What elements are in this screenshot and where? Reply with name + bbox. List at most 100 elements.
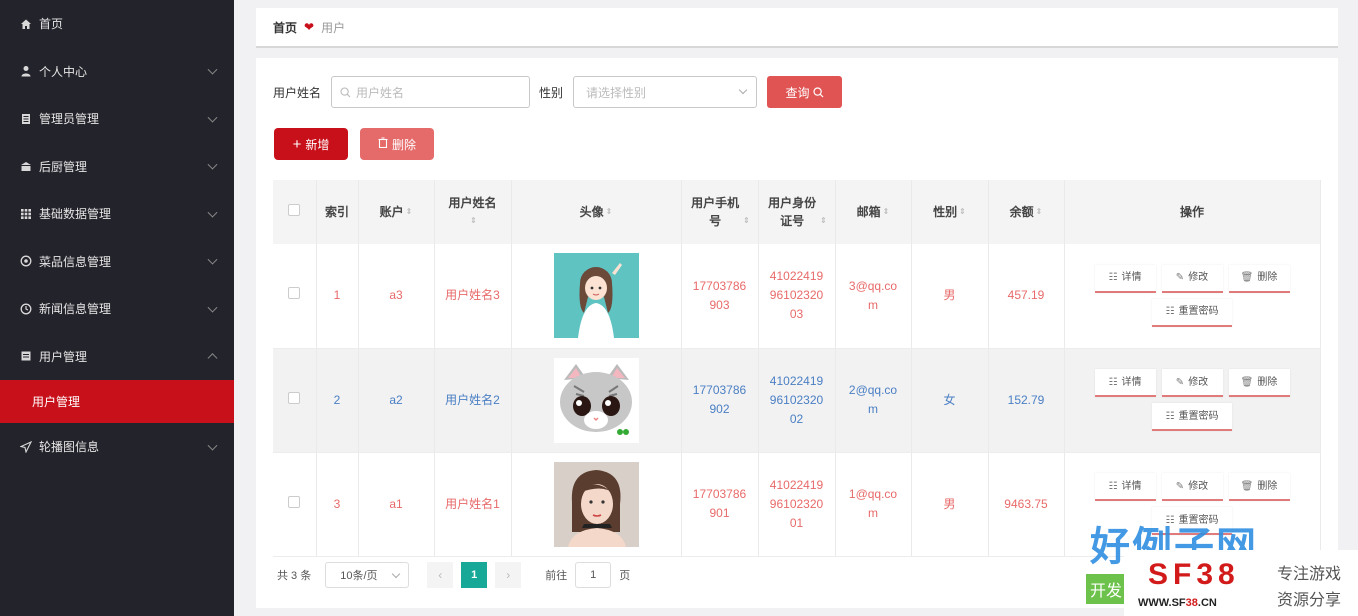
sort-icon[interactable]: ⇕ — [1036, 203, 1043, 221]
col-email[interactable]: 邮箱 ⇕ — [835, 180, 912, 244]
cell-avatar — [511, 244, 682, 349]
sidebar-item-admin[interactable]: 管理员管理 — [0, 95, 234, 143]
sidebar-item-users[interactable]: 用户管理 — [0, 333, 234, 381]
breadcrumb-current: 用户 — [321, 20, 346, 35]
cell-email: 3@qq.com — [835, 244, 912, 349]
batch-delete-button[interactable]: 删除 — [360, 128, 434, 160]
page-size-select[interactable]: 10条/页 — [325, 562, 410, 588]
watermark-url: WWW.SF38.CN — [1138, 597, 1217, 609]
sort-icon[interactable]: ⇕ — [743, 212, 750, 230]
col-index-label: 索引 — [324, 205, 349, 219]
edit-button-label: 修改 — [1188, 376, 1209, 388]
sidebar-item-label: 新闻信息管理 — [39, 302, 112, 317]
sidebar-item-label: 管理员管理 — [39, 112, 100, 127]
select-all-checkbox[interactable] — [288, 204, 301, 216]
sidebar-item-label: 首页 — [39, 17, 64, 32]
row-select-cell[interactable] — [273, 452, 317, 557]
home-icon — [19, 17, 33, 31]
page-number-current[interactable]: 1 — [461, 562, 488, 588]
col-balance-label: 余额 — [1009, 204, 1034, 219]
sort-icon[interactable]: ⇕ — [406, 203, 413, 221]
watermark-slogan-1: 专注游戏 — [1277, 566, 1342, 583]
sidebar-item-carousel[interactable]: 轮播图信息 — [0, 423, 234, 471]
watermark-url-num: 38 — [1185, 597, 1198, 609]
prev-page-button[interactable]: ‹ — [427, 562, 454, 588]
chevron-down-icon — [207, 254, 218, 265]
sort-icon[interactable]: ⇕ — [959, 203, 966, 221]
detail-icon: ☷ — [1108, 376, 1118, 388]
cell-balance: 9463.75 — [988, 452, 1065, 557]
add-button[interactable]: + 新增 — [274, 128, 348, 160]
col-phone[interactable]: 用户手机号 ⇕ — [681, 180, 759, 244]
cell-gender-value: 男 — [943, 496, 956, 511]
sidebar-item-kitchen[interactable]: 后厨管理 — [0, 143, 234, 191]
chevron-up-icon — [207, 353, 218, 364]
sidebar-subitem-user-manage[interactable]: 用户管理 — [0, 380, 234, 423]
edit-button-label: 修改 — [1188, 480, 1209, 492]
sort-icon[interactable]: ⇕ — [883, 203, 890, 221]
row-delete-button[interactable]: 🗑 删除 — [1228, 473, 1290, 501]
detail-icon: ☷ — [1108, 272, 1118, 284]
cell-idcard-value: 410224199610232003 — [769, 269, 824, 322]
col-name-label: 用户姓名 — [448, 195, 497, 210]
edit-button[interactable]: ✎ 修改 — [1161, 264, 1223, 293]
row-delete-button[interactable]: 🗑 删除 — [1228, 369, 1290, 397]
cell-phone-value: 17703786902 — [692, 383, 747, 416]
query-button[interactable]: 查询 — [767, 76, 843, 108]
col-balance[interactable]: 余额 ⇕ — [988, 180, 1065, 244]
select-all-cell[interactable] — [273, 180, 317, 244]
row-delete-button[interactable]: 🗑 删除 — [1228, 264, 1290, 293]
cell-email-value: 1@qq.com — [848, 487, 898, 520]
cell-account: a3 — [358, 244, 435, 349]
cell-avatar — [511, 348, 682, 453]
chevron-down-icon — [207, 159, 218, 170]
row-select-cell[interactable] — [273, 244, 317, 349]
user-icon — [19, 64, 33, 78]
row-checkbox[interactable] — [288, 495, 301, 508]
row-checkbox[interactable] — [288, 287, 301, 300]
col-avatar[interactable]: 头像 ⇕ — [511, 180, 682, 244]
chevron-down-icon — [207, 207, 218, 218]
cell-phone: 17703786902 — [681, 348, 759, 453]
watermark-tag: 开发 — [1086, 574, 1126, 604]
heart-icon: ❤ — [304, 20, 315, 34]
gender-select[interactable]: 请选择性别 — [573, 76, 758, 108]
sidebar-subitem-label: 用户管理 — [32, 395, 81, 409]
goto-page-input[interactable]: 1 — [575, 562, 612, 588]
col-account-label: 账户 — [379, 204, 404, 219]
detail-button[interactable]: ☷ 详情 — [1094, 473, 1156, 501]
cell-name-value: 用户姓名3 — [445, 288, 500, 303]
cell-account: a1 — [358, 452, 435, 557]
sidebar-item-basedata[interactable]: 基础数据管理 — [0, 190, 234, 238]
edit-icon: ✎ — [1175, 376, 1185, 388]
edit-button[interactable]: ✎ 修改 — [1161, 473, 1223, 501]
edit-button[interactable]: ✎ 修改 — [1161, 369, 1223, 397]
name-search-input[interactable]: 用户姓名 — [331, 76, 531, 108]
col-name[interactable]: 用户姓名 ⇕ — [434, 180, 512, 244]
cell-name: 用户姓名3 — [434, 244, 512, 349]
sidebar-item-news[interactable]: 新闻信息管理 — [0, 285, 234, 333]
add-button-label: 新增 — [305, 137, 330, 152]
detail-button[interactable]: ☷ 详情 — [1094, 369, 1156, 397]
sort-icon[interactable]: ⇕ — [820, 212, 827, 230]
next-page-button[interactable]: › — [495, 562, 522, 588]
breadcrumb-home[interactable]: 首页 — [273, 19, 297, 36]
watermark-url-suffix: .CN — [1197, 597, 1217, 609]
chevron-down-icon — [207, 112, 218, 123]
cell-idcard: 410224199610232001 — [758, 452, 836, 557]
sidebar-item-dish[interactable]: 菜品信息管理 — [0, 238, 234, 286]
sort-icon[interactable]: ⇕ — [606, 203, 613, 221]
reset-password-button[interactable]: ☷ 重置密码 — [1152, 298, 1232, 327]
row-checkbox[interactable] — [288, 391, 301, 404]
reset-password-button[interactable]: ☷ 重置密码 — [1152, 403, 1232, 431]
col-ops-label: 操作 — [1179, 205, 1204, 219]
detail-icon: ☷ — [1108, 480, 1118, 492]
sidebar-item-home[interactable]: 首页 — [0, 0, 234, 48]
row-select-cell[interactable] — [273, 348, 317, 453]
sort-icon[interactable]: ⇕ — [470, 212, 477, 230]
detail-button[interactable]: ☷ 详情 — [1094, 264, 1156, 293]
col-idcard[interactable]: 用户身份证号 ⇕ — [758, 180, 836, 244]
col-account[interactable]: 账户 ⇕ — [358, 180, 435, 244]
col-gender[interactable]: 性别 ⇕ — [911, 180, 989, 244]
sidebar-item-profile[interactable]: 个人中心 — [0, 48, 234, 96]
